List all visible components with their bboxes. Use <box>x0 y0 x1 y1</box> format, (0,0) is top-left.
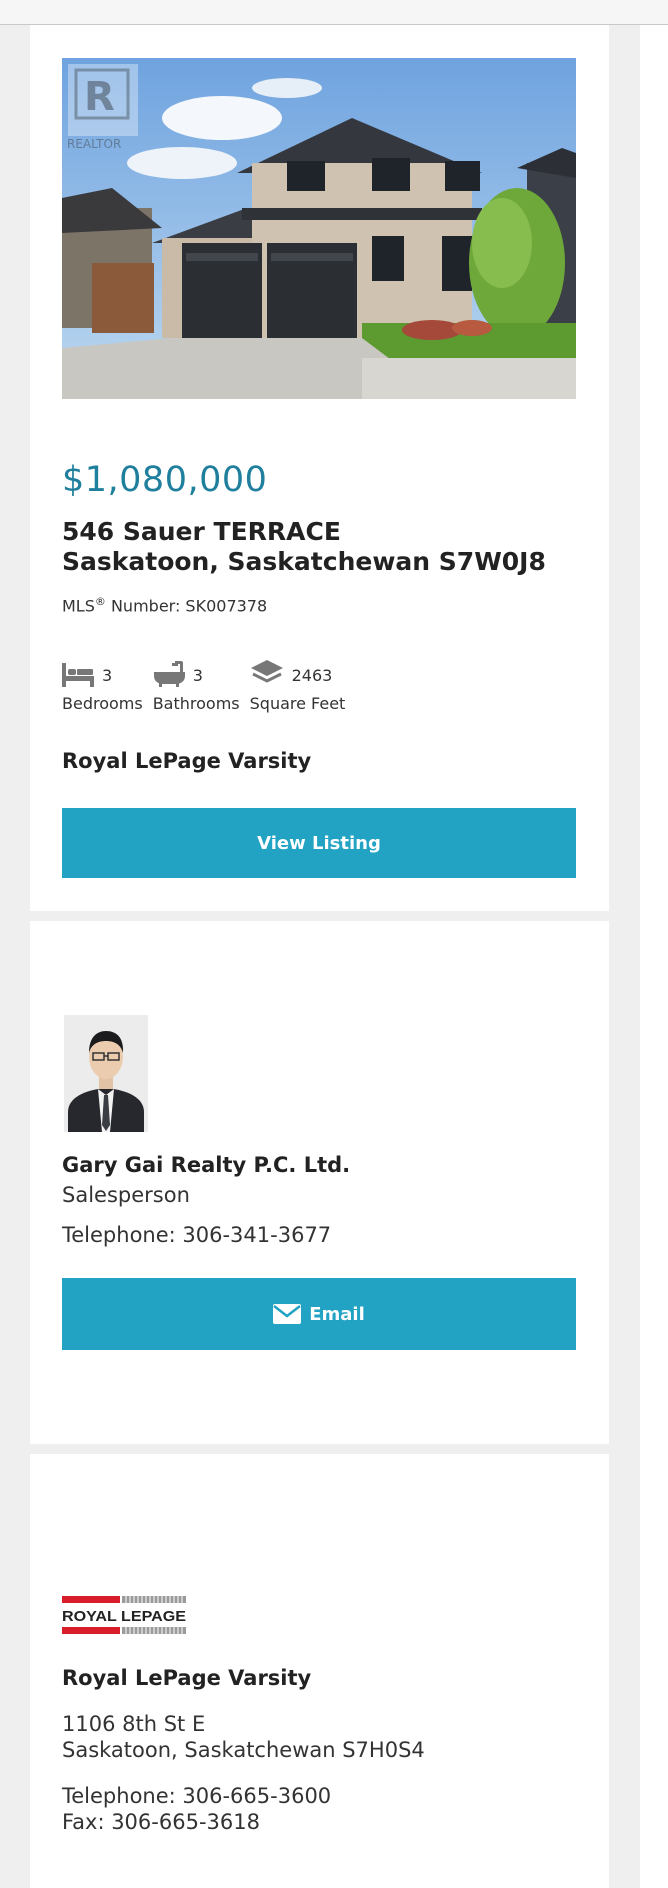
agent-photo <box>64 1015 148 1132</box>
office-city: Saskatoon, Saskatchewan S7H0S4 <box>62 1738 425 1762</box>
stat-square-feet: 2463 Square Feet <box>249 655 346 713</box>
agent-card: Gary Gai Realty P.C. Ltd. Salesperson Te… <box>30 921 609 1444</box>
email-button[interactable]: Email <box>62 1278 576 1350</box>
office-fax: Fax: 306-665-3618 <box>62 1810 260 1834</box>
office-name: Royal LePage Varsity <box>62 1666 312 1690</box>
page-right-gutter <box>640 25 668 1888</box>
stat-bedrooms: 3 Bedrooms <box>62 655 143 713</box>
mls-prefix: MLS <box>62 596 95 616</box>
bedrooms-count: 3 <box>102 666 113 685</box>
bedrooms-label: Bedrooms <box>62 694 143 713</box>
bed-icon <box>62 663 94 687</box>
mls-label: Number: SK007378 <box>105 596 268 616</box>
house-image: R REALTOR <box>62 58 576 399</box>
email-button-label: Email <box>309 1303 365 1325</box>
logo-text: ROYAL LEPAGE <box>62 1608 186 1625</box>
address-street: 546 Sauer TERRACE <box>62 517 341 546</box>
bathtub-icon <box>153 661 185 687</box>
square-feet-label: Square Feet <box>249 694 346 713</box>
browser-top-bar <box>0 0 668 25</box>
listing-brokerage: Royal LePage Varsity <box>62 749 312 773</box>
office-address: 1106 8th St E Saskatoon, Saskatchewan S7… <box>62 1711 425 1763</box>
registered-mark: ® <box>94 595 106 608</box>
bathrooms-label: Bathrooms <box>152 694 240 713</box>
agent-role: Salesperson <box>62 1183 190 1207</box>
listing-price: $1,080,000 <box>62 460 268 500</box>
svg-text:R: R <box>84 74 115 120</box>
agent-name: Gary Gai Realty P.C. Ltd. <box>62 1153 351 1177</box>
royal-lepage-logo: ROYAL LEPAGE <box>62 1596 186 1634</box>
listing-address: 546 Sauer TERRACE Saskatoon, Saskatchewa… <box>62 517 592 577</box>
envelope-icon <box>273 1304 302 1324</box>
office-card: ROYAL LEPAGE Royal LePage Varsity 1106 8… <box>30 1454 609 1888</box>
agent-telephone[interactable]: Telephone: 306-341-3677 <box>62 1223 331 1247</box>
realtor-watermark: REALTOR <box>67 137 121 151</box>
listing-card: R REALTOR $1,080,000 546 Sauer TERRACE S… <box>30 25 609 911</box>
listing-photo[interactable]: R REALTOR <box>62 58 576 399</box>
mls-number: MLS® Number: SK007378 <box>62 595 267 615</box>
address-city: Saskatoon, Saskatchewan S7W0J8 <box>62 547 546 576</box>
office-contact: Telephone: 306-665-3600 Fax: 306-665-361… <box>62 1783 331 1835</box>
view-listing-button[interactable]: View Listing <box>62 808 576 878</box>
agent-portrait <box>64 1015 148 1132</box>
square-feet-value: 2463 <box>291 666 333 685</box>
layers-icon <box>250 660 283 683</box>
office-street: 1106 8th St E <box>62 1712 206 1736</box>
office-telephone[interactable]: Telephone: 306-665-3600 <box>62 1783 331 1809</box>
bathrooms-count: 3 <box>192 666 203 685</box>
stat-bathrooms: 3 Bathrooms <box>153 655 240 713</box>
listing-stats: 3 Bedrooms 3 Bathrooms 2463 Square Feet <box>62 655 355 713</box>
